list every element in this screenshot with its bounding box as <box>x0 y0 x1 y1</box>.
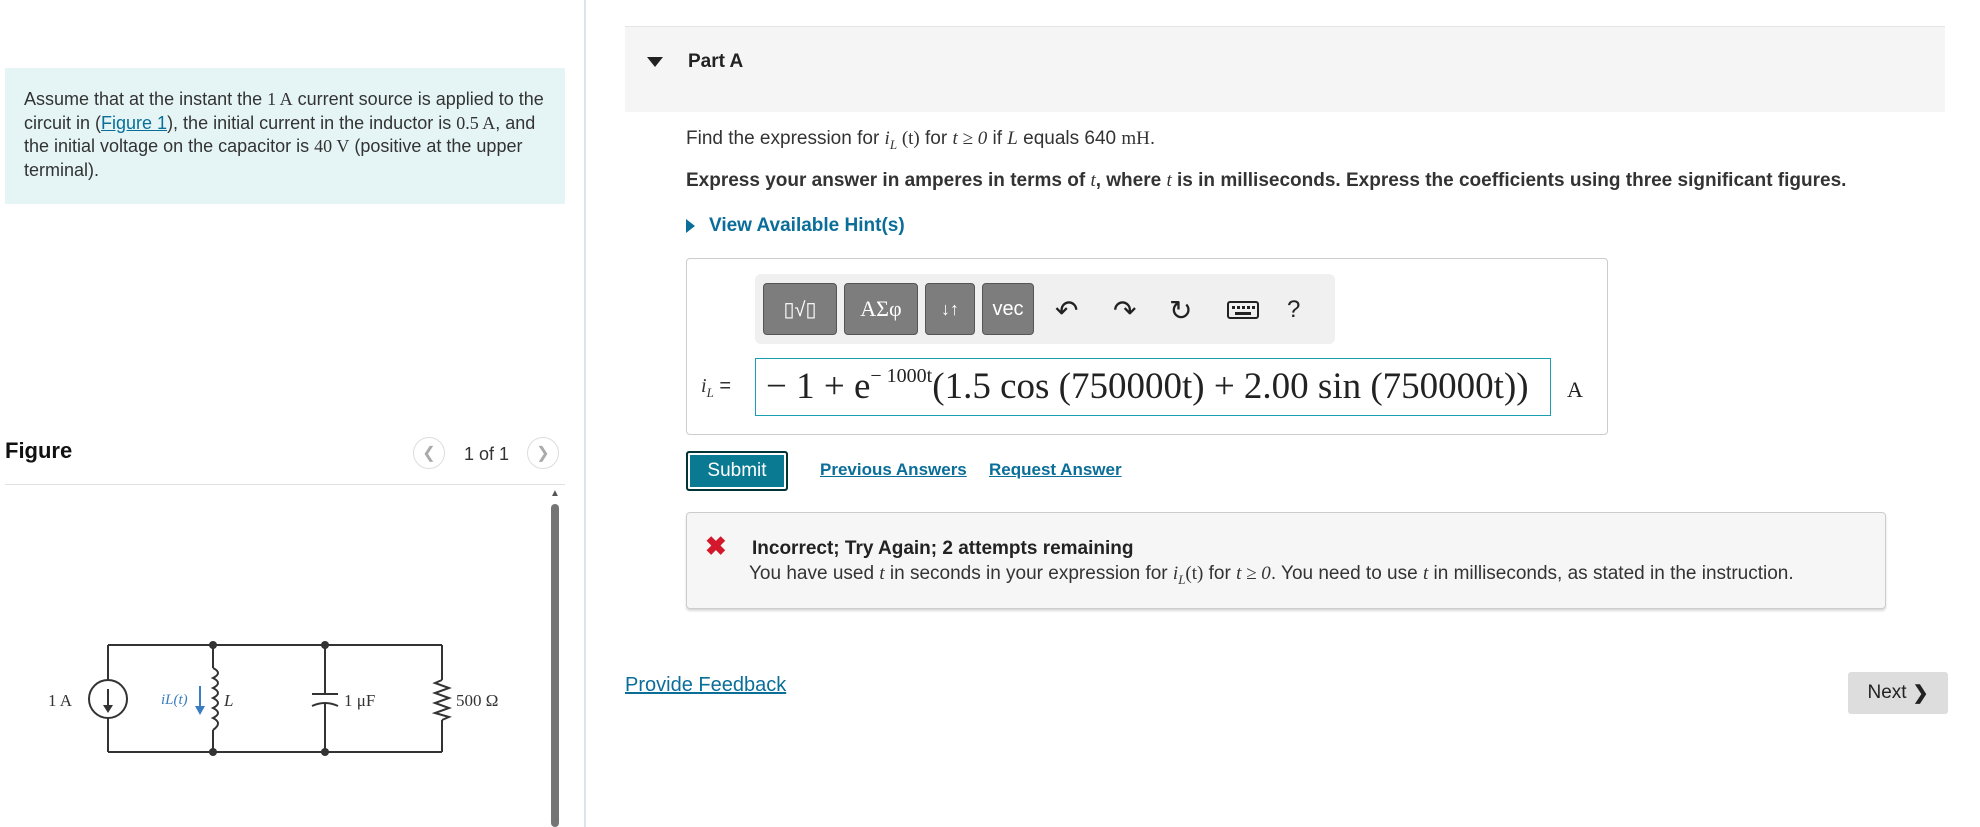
part-a-header[interactable]: Part A <box>625 26 1945 112</box>
left-panel: Assume that at the instant the 1 A curre… <box>0 0 585 827</box>
help-button[interactable]: ? <box>1287 296 1300 324</box>
subscript-superscript-button[interactable]: ↓↑ <box>925 283 975 335</box>
figure-link[interactable]: Figure 1 <box>101 113 167 133</box>
question-part: equals 640 <box>1017 128 1122 149</box>
question-part: Find the expression for <box>686 128 885 149</box>
answer-label-eq: = <box>713 375 732 397</box>
vector-button[interactable]: vec <box>982 283 1034 335</box>
figure-header: Figure ❮ 1 of 1 ❯ <box>5 432 565 485</box>
submit-button[interactable]: Submit <box>686 451 788 491</box>
answer-unit: A <box>1567 377 1583 402</box>
answer-input[interactable]: − 1 + e− 1000t(1.5 cos (750000t) + 2.00 … <box>755 358 1551 416</box>
chevron-right-icon: ❯ <box>1912 682 1929 704</box>
problem-text: ), the initial current in the inductor i… <box>167 112 457 133</box>
greek-icon: ΑΣφ <box>860 296 902 321</box>
next-label: Next <box>1867 682 1907 703</box>
answer-part: − 1 + e <box>766 366 871 407</box>
question-math: mH <box>1121 128 1150 149</box>
answer-label: iL = <box>701 375 731 401</box>
current-label: iL(t) <box>161 692 188 708</box>
answer-part: (1.5 cos (750000t) + 2.00 sin (750000t)) <box>932 366 1529 407</box>
problem-math: 0.5 A <box>456 112 496 133</box>
inductor-symbol <box>210 667 219 731</box>
figure-scrollbar[interactable] <box>551 504 559 827</box>
instruction-part: , where <box>1095 170 1167 191</box>
feedback-part: You have used <box>749 563 880 584</box>
instruction-text: Express your answer in amperes in terms … <box>686 170 1846 192</box>
answer-exponent: − 1000t <box>870 365 933 387</box>
redo-icon[interactable]: ↷ <box>1113 294 1136 327</box>
capacitor-label: 1 μF <box>344 691 375 710</box>
x-icon: ✖ <box>705 531 727 561</box>
hint-label: View Available Hint(s) <box>709 215 905 236</box>
figure-pager: 1 of 1 <box>464 444 510 464</box>
question-math: t ≥ 0 <box>952 128 988 149</box>
templates-icon: ▯√▯ <box>783 298 817 321</box>
chevron-left-icon: ❮ <box>422 445 436 462</box>
chevron-right-icon: ❯ <box>536 445 550 462</box>
question-part: . <box>1149 128 1156 149</box>
keyboard-icon[interactable] <box>1227 301 1259 319</box>
request-answer-link[interactable]: Request Answer <box>989 460 1122 480</box>
greek-symbols-button[interactable]: ΑΣφ <box>844 283 918 335</box>
templates-button[interactable]: ▯√▯ <box>763 283 837 335</box>
question-part: if <box>987 128 1008 149</box>
figure-prev-button[interactable]: ❮ <box>413 437 445 469</box>
feedback-math: t ≥ 0 <box>1236 563 1271 584</box>
question-part: for <box>919 128 953 149</box>
problem-text: Assume that at the instant the <box>24 89 268 109</box>
resistor-symbol <box>431 679 452 721</box>
previous-answers-link[interactable]: Previous Answers <box>820 460 967 480</box>
vec-icon: vec <box>992 297 1024 320</box>
feedback-message: You have used t in seconds in your expre… <box>749 563 1794 588</box>
question-math: L <box>889 136 898 152</box>
figure-title: Figure <box>5 438 73 463</box>
answer-label-sub: L <box>706 385 714 400</box>
circuit-diagram: 1 A iL(t) L 1 μF 500 Ω <box>48 641 498 756</box>
view-hints-toggle[interactable]: View Available Hint(s) <box>686 215 905 237</box>
panel-divider <box>584 0 586 827</box>
caret-down-icon[interactable] <box>647 57 663 67</box>
math-toolbar: ▯√▯ ΑΣφ ↓↑ vec ↶ ↷ ↻ ? <box>755 274 1335 344</box>
instruction-part: Express your answer in amperes in terms … <box>686 170 1091 191</box>
inductor-label: L <box>223 691 233 710</box>
problem-math: 40 V <box>314 136 350 156</box>
problem-math: 1 A <box>267 89 293 109</box>
feedback-part: for <box>1203 563 1237 584</box>
arrows-icon: ↓↑ <box>941 298 959 319</box>
next-button[interactable]: Next ❯ <box>1848 672 1948 714</box>
feedback-part: in seconds in your expression for <box>884 563 1173 584</box>
feedback-title: Incorrect; Try Again; 2 attempts remaini… <box>752 538 1134 559</box>
figure-next-button[interactable]: ❯ <box>527 437 559 469</box>
resistor-label: 500 Ω <box>456 691 498 710</box>
instruction-part: is in milliseconds. Express the coeffici… <box>1171 170 1847 191</box>
question-math: (t) <box>897 128 920 149</box>
question-math: L <box>1007 128 1018 149</box>
question-text: Find the expression for iL (t) for t ≥ 0… <box>686 128 1155 153</box>
answer-container: ▯√▯ ΑΣφ ↓↑ vec ↶ ↷ ↻ ? iL = − 1 + e− 100… <box>686 258 1608 435</box>
provide-feedback-link[interactable]: Provide Feedback <box>625 674 786 697</box>
problem-statement: Assume that at the instant the 1 A curre… <box>5 68 565 204</box>
answer-expression: − 1 + e− 1000t(1.5 cos (750000t) + 2.00 … <box>766 365 1529 408</box>
reset-icon[interactable]: ↻ <box>1169 294 1192 327</box>
feedback-part: in milliseconds, as stated in the instru… <box>1428 563 1794 584</box>
part-title: Part A <box>688 51 744 72</box>
undo-icon[interactable]: ↶ <box>1055 294 1078 327</box>
caret-right-icon <box>686 219 695 233</box>
source-label: 1 A <box>48 691 73 710</box>
feedback-box: ✖ Incorrect; Try Again; 2 attempts remai… <box>686 512 1886 609</box>
scroll-up-icon[interactable]: ▲ <box>550 488 560 499</box>
feedback-part: . You need to use <box>1270 563 1423 584</box>
feedback-math: (t) <box>1185 563 1204 584</box>
